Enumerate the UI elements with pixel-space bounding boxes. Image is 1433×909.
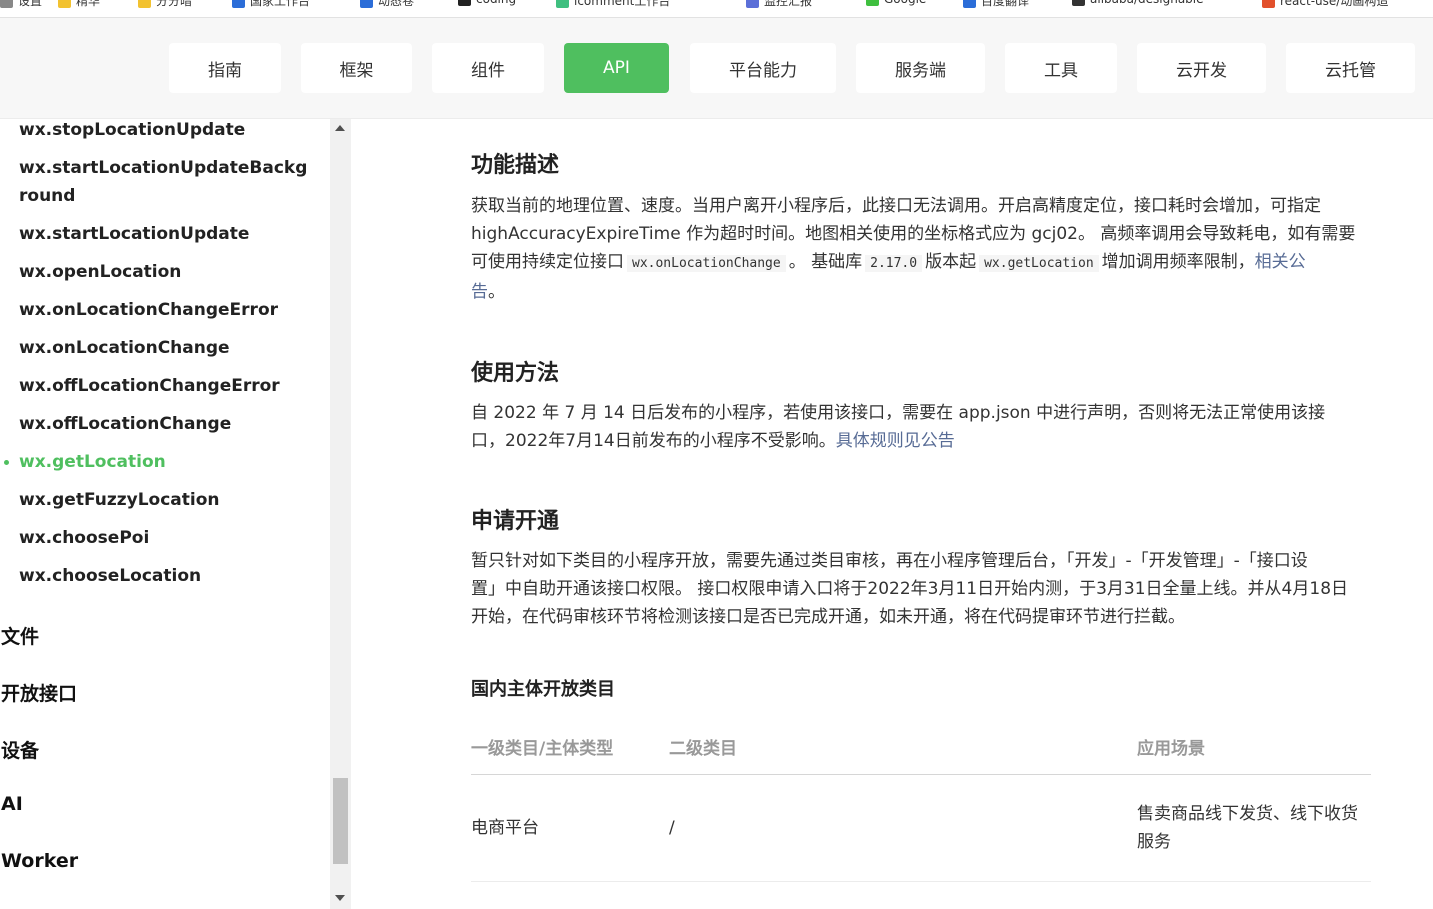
bookmark-item[interactable]: react-use/动画构造 [1262, 0, 1388, 9]
table-cell-category: 电商平台 [471, 818, 539, 838]
table-header-category: 一级类目/主体类型 [471, 739, 614, 759]
bookmark-item[interactable]: 监控汇报 [746, 0, 812, 9]
bookmark-item[interactable]: icomment工作台 [556, 0, 670, 9]
code-get-location: wx.getLocation [979, 255, 1099, 272]
bookmark-icon [1072, 0, 1085, 6]
nav-tab-6[interactable]: 工具 [1005, 43, 1117, 93]
section-title-description: 功能描述 [471, 153, 560, 178]
bookmark-item[interactable]: 设置 [0, 0, 42, 9]
sidebar-item[interactable]: wx.getFuzzyLocation [19, 486, 309, 514]
sidebar-item[interactable]: wx.startLocationUpdateBackground [19, 154, 309, 210]
sidebar-category[interactable]: 文件 [1, 622, 39, 649]
usage-line: 口，2022年7月14日前发布的小程序不受影响。具体规则见公告 [471, 431, 955, 451]
section-title-apply: 申请开通 [471, 509, 560, 534]
bookmark-item[interactable]: 国家工作台 [232, 0, 310, 9]
usage-line: 自 2022 年 7 月 14 日后发布的小程序，若使用该接口，需要在 app.… [471, 403, 1326, 423]
related-announcement-link-continued[interactable]: 告 [471, 282, 488, 302]
description-line: 获取当前的地理位置、速度。当用户离开小程序后，此接口无法调用。开启高精度定位，接… [471, 196, 1321, 216]
table-cell-subcategory: / [669, 818, 675, 838]
bookmark-icon [866, 0, 879, 6]
bookmark-icon [556, 0, 569, 8]
bookmark-icon [360, 0, 373, 8]
bookmark-icon [963, 0, 976, 8]
sidebar-item[interactable]: wx.openLocation [19, 258, 309, 286]
sidebar-item[interactable]: wx.choosePoi [19, 524, 309, 552]
sidebar-item[interactable]: wx.startLocationUpdate [19, 220, 309, 248]
bookmark-icon [58, 0, 71, 8]
code-version: 2.17.0 [865, 255, 923, 272]
bookmark-item[interactable]: 精华 [58, 0, 100, 9]
nav-tab-1[interactable]: 框架 [301, 43, 412, 93]
bookmark-icon [458, 0, 471, 6]
table-cell-scenario: 售卖商品线下发货、线下收货 服务 [1137, 804, 1358, 852]
table-header-divider [471, 774, 1371, 775]
scroll-down-arrow-icon[interactable] [335, 895, 345, 901]
sidebar-item[interactable]: wx.getLocation [19, 448, 309, 476]
bookmark-icon [746, 0, 759, 8]
usage-paragraph: 自 2022 年 7 月 14 日后发布的小程序，若使用该接口，需要在 app.… [471, 399, 1371, 455]
nav-tab-0[interactable]: 指南 [169, 43, 281, 93]
bookmark-icon [232, 0, 245, 8]
nav-tab-2[interactable]: 组件 [432, 43, 544, 93]
sidebar-category[interactable]: 设备 [1, 736, 39, 763]
bookmark-item[interactable]: coding [458, 0, 516, 6]
nav-tab-7[interactable]: 云开发 [1137, 43, 1266, 93]
sidebar-item[interactable]: wx.onLocationChangeError [19, 296, 309, 324]
bookmarks-bar: 设置 精华 分分暗 国家工作台 动态卷 coding icomment工作台 监控汇报 Goog… [0, 0, 1433, 18]
nav-tab-3[interactable]: API [564, 43, 669, 93]
table-row-divider [471, 881, 1371, 882]
sidebar-scrollbar[interactable] [330, 119, 351, 909]
description-line: 告。 [471, 282, 505, 302]
apply-line: 置」中自助开通该接口权限。 接口权限申请入口将于2022年3月11日开始内测，于… [471, 579, 1349, 599]
sidebar-item[interactable]: wx.offLocationChangeError [19, 372, 309, 400]
nav-tab-8[interactable]: 云托管 [1286, 43, 1415, 93]
sidebar-item[interactable]: wx.stopLocationUpdate [19, 119, 309, 144]
active-indicator-dot [4, 460, 9, 465]
bookmark-item[interactable]: 动态卷 [360, 0, 414, 9]
top-nav: 指南 框架 组件 API 平台能力 服务端 工具 云开发 云托管 [0, 18, 1433, 119]
bookmark-icon [138, 0, 151, 8]
bookmark-item[interactable]: 分分暗 [138, 0, 192, 9]
table-title: 国内主体开放类目 [471, 679, 615, 700]
apply-paragraph: 暂只针对如下类目的小程序开放，需要先通过类目审核，再在小程序管理后台，「开发」-… [471, 547, 1371, 631]
bookmark-icon [1262, 0, 1275, 8]
bookmark-item[interactable]: Google [866, 0, 926, 6]
apply-line: 暂只针对如下类目的小程序开放，需要先通过类目审核，再在小程序管理后台，「开发」-… [471, 551, 1308, 571]
description-line: highAccuracyExpireTime 作为超时时间。地图相关使用的坐标格… [471, 224, 1356, 244]
sidebar-category[interactable]: Worker [1, 850, 78, 872]
scrollbar-thumb[interactable] [333, 778, 348, 864]
sidebar-category[interactable]: AI [1, 793, 23, 815]
sidebar-category[interactable]: 开放接口 [1, 679, 77, 706]
sidebar-item[interactable]: wx.onLocationChange [19, 334, 309, 362]
description-paragraph: 获取当前的地理位置、速度。当用户离开小程序后，此接口无法调用。开启高精度定位，接… [471, 192, 1371, 306]
apply-line: 开始，在代码审核环节将检测该接口是否已完成开通，如未开通，将在代码提审环节进行拦… [471, 607, 1185, 627]
code-on-location-change: wx.onLocationChange [627, 255, 786, 272]
nav-tab-4[interactable]: 平台能力 [690, 43, 836, 93]
scroll-up-arrow-icon[interactable] [335, 125, 345, 131]
table-header-subcategory: 二级类目 [669, 739, 737, 759]
bookmark-icon [0, 0, 13, 8]
sidebar-item[interactable]: wx.offLocationChange [19, 410, 309, 438]
bookmark-item[interactable]: alibaba/designable [1072, 0, 1204, 6]
nav-tab-5[interactable]: 服务端 [856, 43, 985, 93]
sidebar: wx.stopLocationUpdate wx.startLocationUpd… [0, 119, 330, 909]
bookmark-item[interactable]: 百度翻译 [963, 0, 1029, 9]
rules-announcement-link[interactable]: 具体规则见公告 [836, 431, 955, 451]
table-header-scenario: 应用场景 [1137, 739, 1205, 759]
related-announcement-link[interactable]: 相关公 [1255, 252, 1306, 272]
description-line: 可使用持续定位接口 wx.onLocationChange。 基础库 2.17.0 版… [471, 252, 1306, 272]
section-title-usage: 使用方法 [471, 361, 560, 386]
sidebar-item[interactable]: wx.chooseLocation [19, 562, 309, 590]
